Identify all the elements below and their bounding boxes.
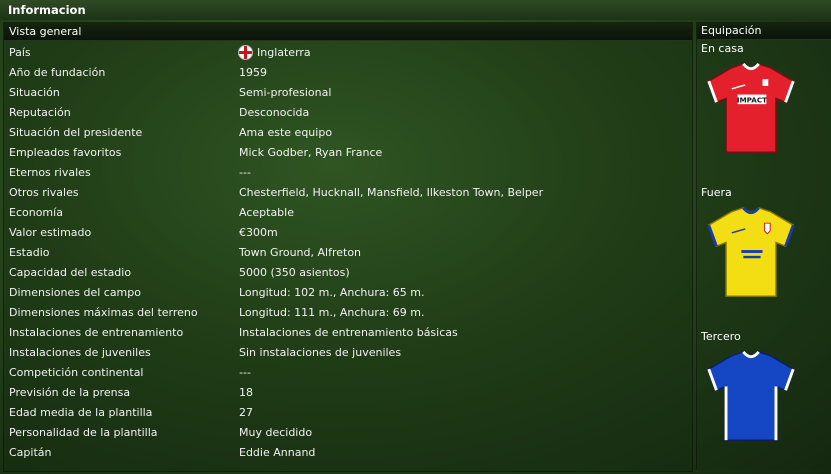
info-row-estimated-value: Valor estimado €300m: [4, 222, 692, 242]
general-info-header: Vista general: [4, 23, 692, 41]
info-row-status: Situación Semi-profesional: [4, 82, 692, 102]
info-value: ---: [239, 366, 251, 379]
info-value: €300m: [239, 226, 278, 239]
info-value: 1959: [239, 66, 267, 79]
info-value[interactable]: Eddie Annand: [239, 446, 315, 459]
info-row-max-pitch-dimensions: Dimensiones máximas del terreno Longitud…: [4, 302, 692, 322]
info-label: Capacidad del estadio: [9, 266, 132, 279]
info-value: 18: [239, 386, 253, 399]
info-row-pitch-dimensions: Dimensiones del campo Longitud: 102 m., …: [4, 282, 692, 302]
info-label: Edad media de la plantilla: [9, 406, 153, 419]
info-list: País Inglaterra Año de fundación 1959 Si…: [4, 42, 692, 462]
page-title: Informacion: [8, 3, 86, 17]
info-label: Dimensiones máximas del terreno: [9, 306, 198, 319]
kits-header: Equipación: [697, 22, 831, 40]
third-shirt-icon[interactable]: [703, 346, 799, 446]
home-shirt-icon[interactable]: IMPACT: [703, 58, 799, 158]
england-flag-icon: [238, 45, 253, 60]
info-value: Muy decidido: [239, 426, 313, 439]
kits-panel: Equipación En casa IMPACT Fuera Tercero: [696, 22, 831, 470]
info-row-youth-facilities: Instalaciones de juveniles Sin instalaci…: [4, 342, 692, 362]
country-name[interactable]: Inglaterra: [257, 46, 311, 59]
info-label: Dimensiones del campo: [9, 286, 141, 299]
info-label: Reputación: [9, 106, 71, 119]
info-label: Capitán: [9, 446, 52, 459]
info-label: País: [9, 46, 31, 59]
title-bar: Informacion: [0, 0, 831, 20]
info-row-reputation: Reputación Desconocida: [4, 102, 692, 122]
info-label: Empleados favoritos: [9, 146, 122, 159]
info-row-stadium: Estadio Town Ground, Alfreton: [4, 242, 692, 262]
info-label: Previsión de la prensa: [9, 386, 131, 399]
info-row-continental-competition: Competición continental ---: [4, 362, 692, 382]
info-row-other-rivals: Otros rivales Chesterfield, Hucknall, Ma…: [4, 182, 692, 202]
away-kit-label: Fuera: [701, 186, 732, 199]
info-row-finances: Economía Aceptable: [4, 202, 692, 222]
home-kit-label: En casa: [701, 42, 744, 55]
info-label: Estadio: [9, 246, 50, 259]
info-value: Ama este equipo: [239, 126, 333, 139]
general-info-panel: Vista general País Inglaterra Año de fun…: [3, 22, 693, 472]
away-shirt-icon[interactable]: [703, 202, 799, 302]
info-row-chairman-status: Situación del presidente Ama este equipo: [4, 122, 692, 142]
info-label: Competición continental: [9, 366, 144, 379]
info-label: Instalaciones de entrenamiento: [9, 326, 184, 339]
info-row-country: País Inglaterra: [4, 42, 692, 62]
third-kit-label: Tercero: [701, 330, 741, 343]
info-value: Aceptable: [239, 206, 294, 219]
info-label: Instalaciones de juveniles: [9, 346, 151, 359]
info-row-squad-personality: Personalidad de la plantilla Muy decidid…: [4, 422, 692, 442]
info-label: Situación: [9, 86, 60, 99]
info-value: Instalaciones de entrenamiento básicas: [239, 326, 458, 339]
info-row-founded: Año de fundación 1959: [4, 62, 692, 82]
info-value: 5000 (350 asientos): [239, 266, 350, 279]
info-label: Eternos rivales: [9, 166, 91, 179]
info-value[interactable]: Inglaterra: [238, 45, 311, 60]
info-value: Longitud: 111 m., Anchura: 69 m.: [239, 306, 425, 319]
info-row-press-prediction: Previsión de la prensa 18: [4, 382, 692, 402]
info-row-average-age: Edad media de la plantilla 27: [4, 402, 692, 422]
info-label: Otros rivales: [9, 186, 79, 199]
home-sponsor: IMPACT: [737, 96, 767, 105]
kits-heading: Equipación: [701, 24, 762, 37]
info-value: Longitud: 102 m., Anchura: 65 m.: [239, 286, 425, 299]
info-row-stadium-capacity: Capacidad del estadio 5000 (350 asientos…: [4, 262, 692, 282]
info-label: Situación del presidente: [9, 126, 143, 139]
info-label: Año de fundación: [9, 66, 106, 79]
general-info-heading: Vista general: [9, 25, 82, 38]
info-value: Sin instalaciones de juveniles: [239, 346, 402, 359]
info-value: ---: [239, 166, 251, 179]
info-row-training-facilities: Instalaciones de entrenamiento Instalaci…: [4, 322, 692, 342]
info-label: Economía: [9, 206, 63, 219]
info-row-captain: Capitán Eddie Annand: [4, 442, 692, 462]
info-value[interactable]: Town Ground, Alfreton: [239, 246, 361, 259]
info-row-favoured-staff: Empleados favoritos Mick Godber, Ryan Fr…: [4, 142, 692, 162]
info-value[interactable]: Chesterfield, Hucknall, Mansfield, Ilkes…: [239, 186, 543, 199]
info-label: Personalidad de la plantilla: [9, 426, 158, 439]
info-value: 27: [239, 406, 253, 419]
info-label: Valor estimado: [9, 226, 92, 239]
info-value: Desconocida: [239, 106, 310, 119]
info-value: Semi-profesional: [239, 86, 332, 99]
info-value[interactable]: Mick Godber, Ryan France: [239, 146, 382, 159]
info-row-eternal-rivals: Eternos rivales ---: [4, 162, 692, 182]
